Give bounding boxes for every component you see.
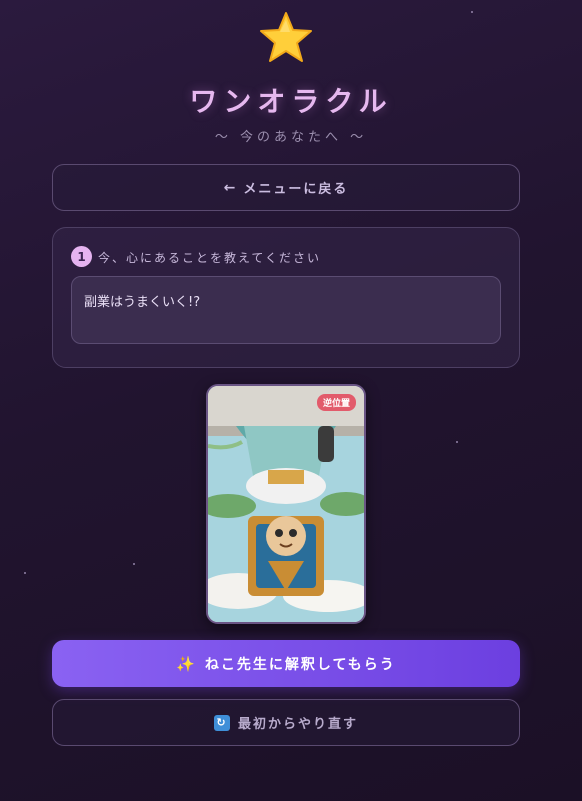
tarot-card[interactable]: 逆位置 <box>206 384 366 624</box>
back-arrow-icon: ← <box>223 179 238 196</box>
restart-button[interactable]: ↻ 最初からやり直す <box>52 699 520 746</box>
background-star <box>456 441 458 443</box>
question-label: 今、心にあることを教えてください <box>98 251 322 265</box>
reversed-position-badge: 逆位置 <box>316 394 356 411</box>
app-subtitle: 〜 今のあなたへ 〜 <box>214 130 368 145</box>
app-title: ワンオラクル <box>189 85 393 118</box>
question-card: 1 今、心にあることを教えてください 副業はうまくいく!? <box>52 227 520 368</box>
back-to-menu-button[interactable]: ← メニューに戻る <box>52 164 520 211</box>
refresh-icon: ↻ <box>213 714 230 731</box>
tarot-card-art <box>208 386 364 622</box>
step-number-badge: 1 <box>71 246 92 267</box>
interpret-button[interactable]: ✨ ねこ先生に解釈してもらう <box>52 640 520 687</box>
question-input[interactable]: 副業はうまくいく!? <box>71 276 501 344</box>
background-star <box>133 563 135 565</box>
restart-button-label: 最初からやり直す <box>237 717 358 732</box>
sparkles-icon: ✨ <box>176 654 197 673</box>
background-star <box>24 572 26 574</box>
oracle-page: ワンオラクル 〜 今のあなたへ 〜 ← メニューに戻る 1 今、心にあることを教… <box>0 0 582 801</box>
background-star <box>471 11 473 13</box>
interpret-button-label: ねこ先生に解釈してもらう <box>204 656 396 673</box>
back-button-label: メニューに戻る <box>243 182 349 197</box>
star-icon <box>260 12 312 62</box>
